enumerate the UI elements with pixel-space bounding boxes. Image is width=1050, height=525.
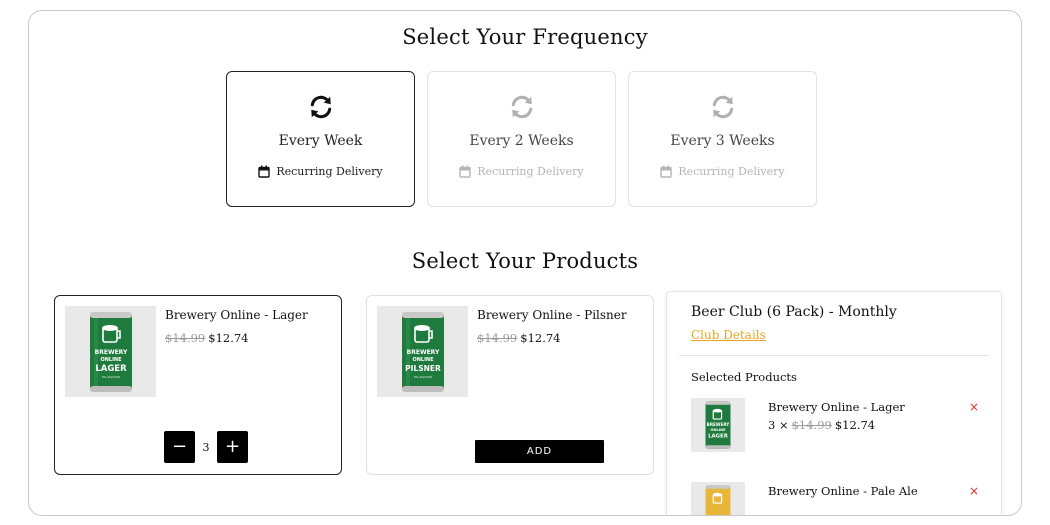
selected-item-lager: BREWERY ONLINE LAGER Brewery Online - La… xyxy=(667,398,1001,458)
selected-item-price: 3 × $14.99 $12.74 xyxy=(768,418,875,432)
calendar-icon xyxy=(459,165,472,178)
original-price: $14.99 xyxy=(477,331,518,345)
beer-can-image: BREWERY ONLINE PILSNER 5% ALC/VOL xyxy=(401,311,444,392)
product-card-lager[interactable]: BREWERY ONLINE LAGER 5% ALC/VOL Brewery … xyxy=(54,295,342,475)
quantity-value: 3 xyxy=(202,440,210,454)
products-heading: Select Your Products xyxy=(411,249,639,273)
can-small-text: 5% ALC/VOL xyxy=(101,375,120,379)
quantity-stepper: − 3 + xyxy=(164,431,248,463)
frequency-label: Every 3 Weeks xyxy=(670,133,775,149)
remove-item-button[interactable]: × xyxy=(969,400,979,414)
frequency-option-every-3-weeks[interactable]: Every 3 Weeks Recurring Delivery xyxy=(628,71,817,207)
sale-price: $12.74 xyxy=(834,418,876,432)
can-style-text: PILSNER xyxy=(405,364,441,373)
divider xyxy=(679,355,989,356)
can-brand-text-2: ONLINE xyxy=(412,357,434,363)
club-details-link[interactable]: Club Details xyxy=(691,328,766,342)
can-style-text: LAGER xyxy=(95,364,127,374)
selected-item-image: BREWERY ONLINE LAGER xyxy=(691,398,745,452)
beer-can-image: BREWERY ONLINE LAGER 5% ALC/VOL xyxy=(89,311,132,392)
can-brand-text: BREWERY xyxy=(707,422,731,427)
recurring-delivery-label: Recurring Delivery xyxy=(276,165,383,178)
original-price: $14.99 xyxy=(165,331,206,345)
recurring-delivery: Recurring Delivery xyxy=(428,165,615,178)
product-price: $14.99 $12.74 xyxy=(165,331,249,345)
frequency-option-every-week[interactable]: Every Week Recurring Delivery xyxy=(226,71,415,207)
frequency-heading: Select Your Frequency xyxy=(402,25,648,49)
calendar-icon xyxy=(660,165,673,178)
decrement-button[interactable]: − xyxy=(164,431,195,463)
frequency-option-every-2-weeks[interactable]: Every 2 Weeks Recurring Delivery xyxy=(427,71,616,207)
sale-price: $12.74 xyxy=(520,331,561,345)
club-summary: Beer Club (6 Pack) - Monthly Club Detail… xyxy=(666,291,1002,515)
selected-item-name: Brewery Online - Pale Ale xyxy=(768,484,918,498)
increment-button[interactable]: + xyxy=(217,431,248,463)
recurring-delivery: Recurring Delivery xyxy=(629,165,816,178)
refresh-icon xyxy=(310,95,331,119)
recurring-delivery-label: Recurring Delivery xyxy=(678,165,785,178)
calendar-icon xyxy=(258,165,271,178)
selected-item-image xyxy=(691,482,745,515)
beer-can-image: BREWERY ONLINE LAGER xyxy=(705,401,731,449)
sale-price: $12.74 xyxy=(208,331,249,345)
selected-item-qty: 3 × xyxy=(768,418,789,432)
selected-item-name: Brewery Online - Lager xyxy=(768,400,905,414)
product-price: $14.99 $12.74 xyxy=(477,331,561,345)
recurring-delivery-label: Recurring Delivery xyxy=(477,165,584,178)
original-price: $14.99 xyxy=(791,418,832,432)
can-brand-text-2: ONLINE xyxy=(100,357,122,363)
can-style-text: LAGER xyxy=(708,434,729,440)
product-card-pilsner[interactable]: BREWERY ONLINE PILSNER 5% ALC/VOL Brewer… xyxy=(366,295,654,475)
remove-item-button[interactable]: × xyxy=(969,484,979,498)
selected-item-pale-ale: Brewery Online - Pale Ale × xyxy=(667,482,1001,515)
can-brand-text-2: ONLINE xyxy=(710,428,726,432)
can-brand-text: BREWERY xyxy=(406,349,439,356)
can-small-text: 5% ALC/VOL xyxy=(413,375,432,379)
refresh-icon xyxy=(511,95,532,119)
refresh-icon xyxy=(712,95,733,119)
product-name: Brewery Online - Lager xyxy=(165,308,308,322)
can-brand-text: BREWERY xyxy=(94,349,127,356)
frequency-label: Every 2 Weeks xyxy=(469,133,574,149)
subscription-panel: Select Your Frequency Every Week Recurri… xyxy=(28,10,1022,516)
product-image-pilsner: BREWERY ONLINE PILSNER 5% ALC/VOL xyxy=(377,306,468,397)
product-image-lager: BREWERY ONLINE LAGER 5% ALC/VOL xyxy=(65,306,156,397)
frequency-label: Every Week xyxy=(278,133,363,149)
recurring-delivery: Recurring Delivery xyxy=(227,165,414,178)
add-button[interactable]: ADD xyxy=(475,440,604,463)
beer-can-image xyxy=(705,485,731,515)
selected-products-heading: Selected Products xyxy=(691,370,797,384)
club-title: Beer Club (6 Pack) - Monthly xyxy=(691,304,897,320)
product-name: Brewery Online - Pilsner xyxy=(477,308,627,322)
